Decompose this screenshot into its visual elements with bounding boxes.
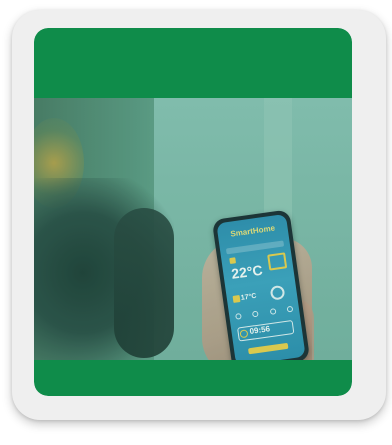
color-tint-overlay [34,98,352,360]
image-frame: SmartHome 22°C 17°C 09:56 [34,28,352,396]
frame-bottom-band [34,360,352,396]
photo-hand-holding-phone: SmartHome 22°C 17°C 09:56 [34,98,352,360]
frame-top-band [34,28,352,98]
